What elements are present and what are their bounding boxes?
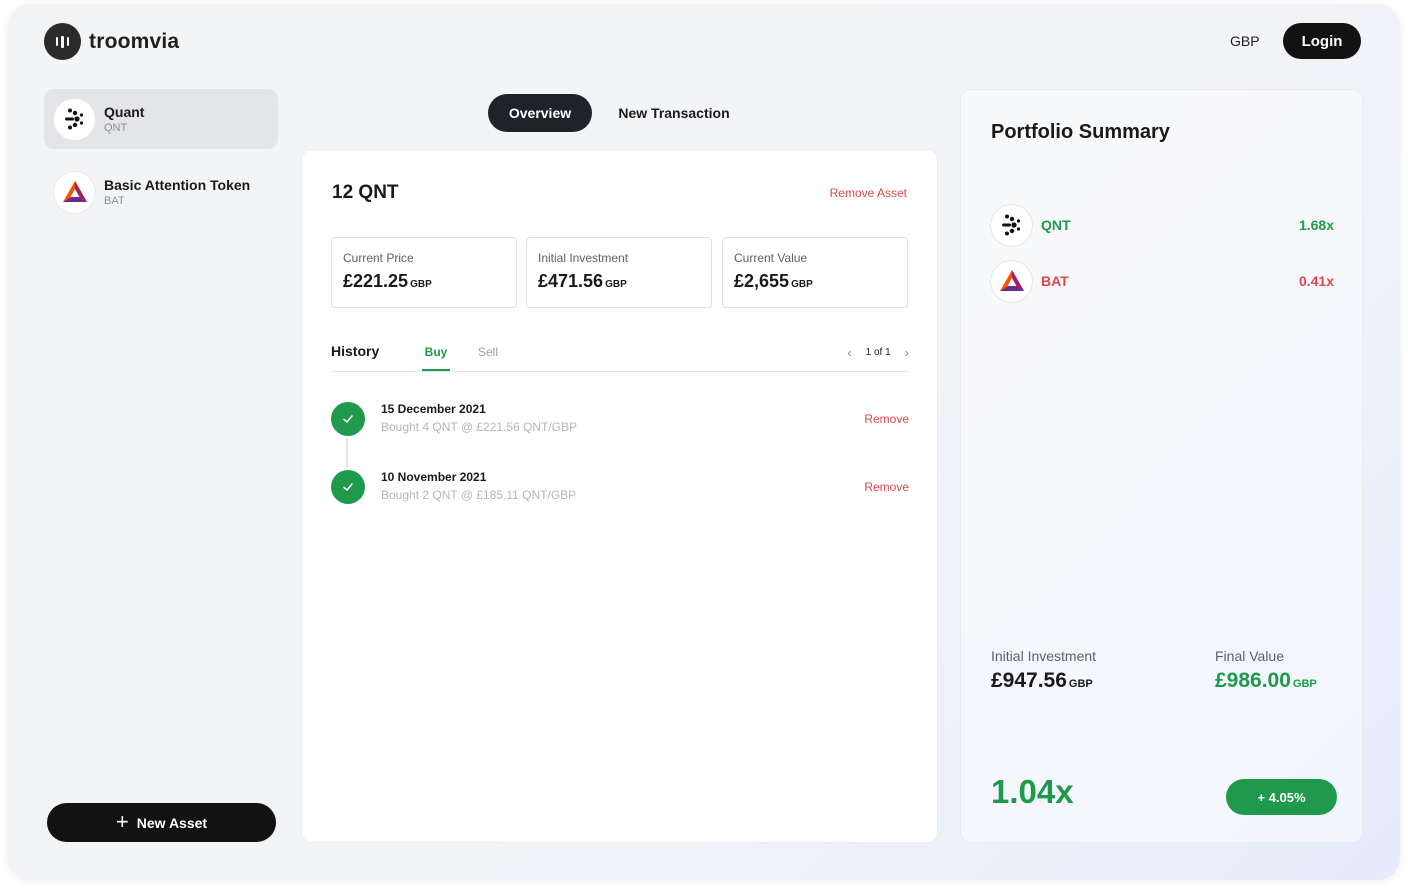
stat-value: £471.56 GBP bbox=[538, 271, 627, 291]
stat-value: £221.25 GBP bbox=[343, 271, 432, 291]
bat-logo-icon bbox=[54, 171, 95, 213]
chevron-right-icon[interactable]: › bbox=[905, 345, 909, 360]
page-indicator: 1 of 1 bbox=[865, 347, 891, 358]
new-asset-label: New Asset bbox=[136, 814, 208, 831]
summary-asset-symbol: QNT bbox=[1041, 217, 1071, 233]
transaction-row: 10 November 2021 Bought 2 QNT @ £185.11 … bbox=[331, 470, 909, 510]
remove-asset-link[interactable]: Remove Asset bbox=[830, 186, 907, 200]
summary-initial-investment: Initial Investment £947.56 GBP bbox=[991, 648, 1096, 693]
history-title: History bbox=[331, 343, 380, 359]
summary-asset-symbol: BAT bbox=[1041, 273, 1069, 289]
remove-transaction-link[interactable]: Remove bbox=[864, 480, 909, 494]
new-asset-button[interactable]: + New Asset bbox=[47, 803, 276, 842]
holding-amount: 12 QNT bbox=[332, 182, 399, 203]
remove-transaction-link[interactable]: Remove bbox=[864, 412, 909, 426]
asset-symbol: BAT bbox=[104, 195, 125, 207]
metric-label: Initial Investment bbox=[991, 648, 1097, 664]
transaction-date: 15 December 2021 bbox=[381, 402, 486, 416]
metric-value: £986.00 GBP bbox=[1215, 669, 1317, 692]
change-percent-badge: + 4.05% bbox=[1226, 779, 1337, 815]
check-icon bbox=[331, 402, 365, 436]
tab-new-transaction[interactable]: New Transaction bbox=[604, 94, 744, 132]
stat-label: Current Price bbox=[343, 251, 414, 265]
quant-logo-icon bbox=[991, 204, 1032, 246]
currency-selector[interactable]: GBP bbox=[1230, 33, 1260, 49]
stat-label: Current Value bbox=[734, 251, 808, 265]
stat-label: Initial Investment bbox=[538, 251, 629, 265]
brand-logo[interactable]: troomvia bbox=[44, 23, 179, 60]
stat-current-price: Current Price £221.25 GBP bbox=[331, 237, 517, 308]
bar-chart-icon bbox=[44, 23, 81, 60]
transaction-description: Bought 4 QNT @ £221.56 QNT/GBP bbox=[381, 420, 578, 434]
transaction-date: 10 November 2021 bbox=[381, 470, 487, 484]
summary-title: Portfolio Summary bbox=[991, 121, 1170, 143]
total-multiplier: 1.04x bbox=[991, 773, 1074, 810]
transaction-description: Bought 2 QNT @ £185.11 QNT/GBP bbox=[381, 488, 577, 502]
summary-final-value: Final Value £986.00 GBP bbox=[1215, 648, 1317, 693]
plus-icon: + bbox=[115, 808, 129, 834]
transaction-row: 15 December 2021 Bought 4 QNT @ £221.56 … bbox=[331, 402, 909, 442]
bat-logo-icon bbox=[991, 260, 1032, 302]
check-icon bbox=[331, 470, 365, 504]
stat-value: £2,655 GBP bbox=[734, 271, 813, 291]
metric-label: Final Value bbox=[1215, 648, 1285, 664]
portfolio-summary-card: Portfolio Summary QNT 1.68x BAT 0.41x In… bbox=[961, 90, 1362, 842]
quant-logo-icon bbox=[54, 98, 95, 140]
summary-asset-multiplier: 0.41x bbox=[1298, 273, 1334, 289]
summary-asset-bat[interactable]: BAT 0.41x bbox=[991, 260, 1334, 302]
metric-value: £947.56 GBP bbox=[991, 669, 1093, 692]
tab-sell[interactable]: Sell bbox=[478, 345, 498, 359]
asset-name: Quant bbox=[104, 104, 145, 120]
history-header: History Buy Sell ‹ 1 of 1 › bbox=[331, 335, 909, 372]
login-button[interactable]: Login bbox=[1283, 23, 1361, 59]
tab-overview[interactable]: Overview bbox=[488, 94, 592, 132]
sidebar-asset-bat[interactable]: Basic Attention Token BAT bbox=[44, 162, 278, 222]
stat-initial-investment: Initial Investment £471.56 GBP bbox=[526, 237, 712, 308]
asset-symbol: QNT bbox=[104, 122, 128, 134]
asset-detail-card: 12 QNT Remove Asset Current Price £221.2… bbox=[302, 150, 937, 842]
brand-name: troomvia bbox=[89, 29, 180, 53]
summary-asset-multiplier: 1.68x bbox=[1298, 217, 1334, 233]
timeline-connector bbox=[346, 438, 348, 468]
summary-asset-qnt[interactable]: QNT 1.68x bbox=[991, 204, 1334, 246]
pagination: ‹ 1 of 1 › bbox=[847, 345, 909, 360]
sidebar-asset-quant[interactable]: Quant QNT bbox=[44, 89, 278, 149]
stat-current-value: Current Value £2,655 GBP bbox=[722, 237, 908, 308]
asset-name: Basic Attention Token bbox=[104, 177, 251, 193]
chevron-left-icon[interactable]: ‹ bbox=[847, 345, 851, 360]
tab-buy[interactable]: Buy bbox=[422, 335, 450, 371]
